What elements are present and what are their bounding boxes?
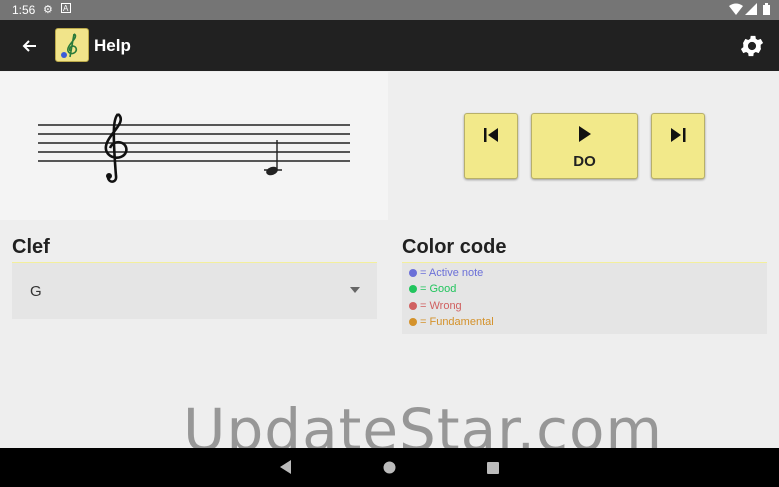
wifi-icon (729, 3, 743, 18)
home-circle-icon (383, 461, 396, 474)
system-nav-bar (0, 448, 779, 487)
color-code-legend: = Active note = Good = Wrong = Fundament… (402, 262, 767, 334)
music-staff (38, 112, 350, 183)
nav-home-button[interactable] (383, 461, 396, 479)
clef-selected-value: G (30, 283, 42, 300)
clef-heading: Clef (12, 236, 50, 258)
nav-recents-button[interactable] (487, 461, 499, 479)
legend-item-wrong: = Wrong (409, 300, 462, 316)
a-badge-icon: A (61, 3, 71, 16)
legend-dot (409, 302, 417, 311)
gear-icon (740, 35, 764, 57)
staff-display (0, 72, 388, 220)
recents-square-icon (487, 462, 499, 474)
page-title: Help (94, 36, 131, 55)
play-icon (579, 126, 591, 142)
status-bar: 1:56 ⚙ A (0, 0, 779, 20)
play-note-button[interactable]: DO (531, 113, 638, 179)
arrow-back-icon (22, 40, 36, 52)
treble-clef-logo-icon (61, 33, 78, 58)
legend-dot (409, 285, 417, 294)
back-button[interactable] (16, 32, 44, 60)
treble-clef-icon (104, 112, 128, 183)
gear-icon: ⚙ (43, 4, 53, 16)
clef-dropdown[interactable]: G (12, 262, 377, 319)
legend-item-active: = Active note (409, 267, 483, 283)
battery-icon (763, 3, 770, 18)
next-note-button[interactable] (651, 113, 705, 179)
quarter-note-icon (264, 140, 282, 176)
back-triangle-icon (280, 460, 291, 474)
status-time: 1:56 (12, 3, 36, 17)
legend-dot (409, 269, 417, 278)
nav-back-button[interactable] (280, 460, 292, 479)
dropdown-arrow-icon (350, 287, 360, 293)
note-name-label: DO (573, 153, 596, 170)
legend-item-fundamental: = Fundamental (409, 316, 494, 332)
color-code-heading: Color code (402, 236, 507, 258)
previous-note-button[interactable] (464, 113, 518, 179)
app-logo (55, 28, 89, 62)
legend-label: = Active note (420, 267, 484, 280)
signal-icon (745, 3, 757, 18)
legend-dot (409, 318, 417, 327)
legend-label: = Wrong (420, 300, 462, 313)
app-bar: Help (0, 20, 779, 71)
skip-next-icon (671, 128, 686, 142)
settings-button[interactable] (738, 32, 766, 60)
skip-previous-icon (484, 128, 498, 142)
legend-label: = Good (420, 283, 457, 296)
legend-label: = Fundamental (420, 316, 494, 329)
legend-item-good: = Good (409, 283, 456, 299)
svg-text:A: A (63, 4, 69, 13)
